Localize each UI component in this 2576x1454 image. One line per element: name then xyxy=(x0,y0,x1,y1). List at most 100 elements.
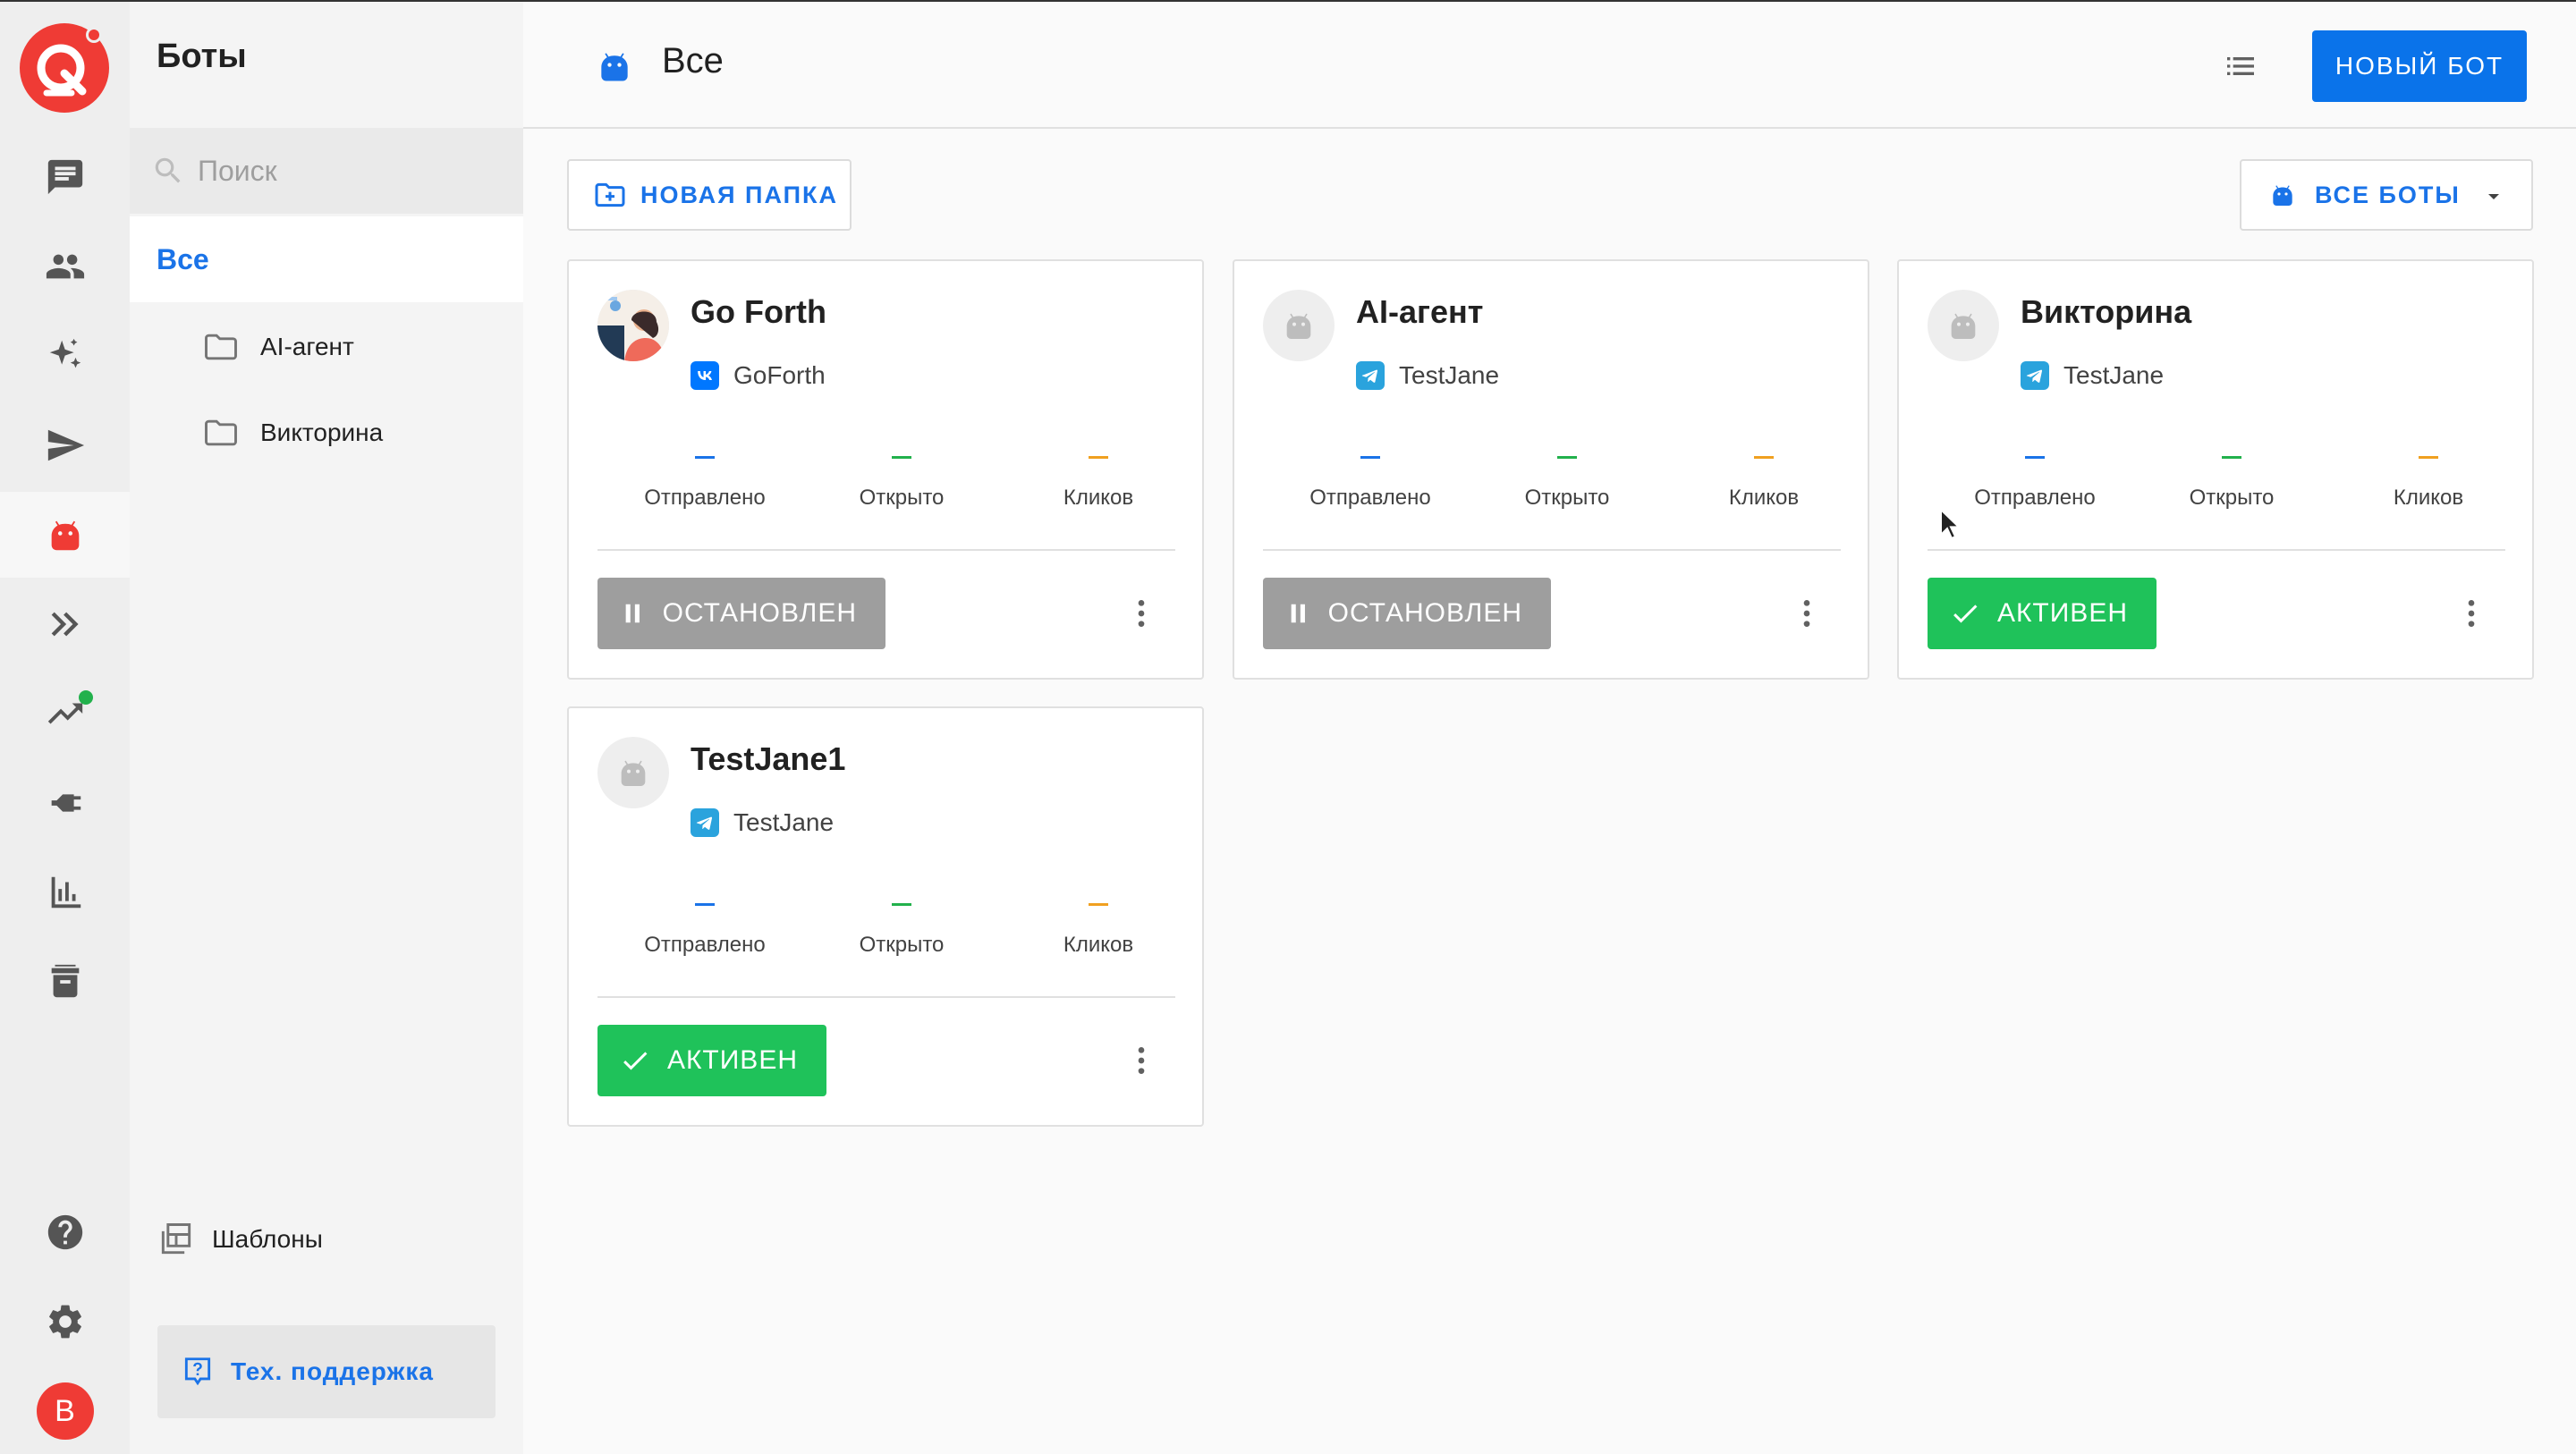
check-icon xyxy=(623,1052,648,1070)
new-bot-button[interactable]: НОВЫЙ БОТ xyxy=(2312,30,2527,102)
templates-icon xyxy=(161,1223,191,1255)
status-toggle-button[interactable]: АКТИВЕН xyxy=(1928,578,2157,649)
more-options-button[interactable] xyxy=(1789,592,1825,635)
gear-icon xyxy=(48,1305,81,1339)
new-folder-button[interactable]: НОВАЯ ПАПКА xyxy=(567,159,852,231)
rail-item-chats[interactable] xyxy=(0,134,130,220)
more-vertical-icon xyxy=(1138,600,1145,627)
more-options-button[interactable] xyxy=(1123,1039,1159,1082)
status-toggle-button[interactable]: ОСТАНОВЛЕН xyxy=(1263,578,1551,649)
folder-icon xyxy=(205,334,237,360)
stat-label: Отправлено xyxy=(644,933,766,957)
more-options-button[interactable] xyxy=(1123,592,1159,635)
bot-card[interactable]: Go Forth GoForth Отправлено Открыто Клик… xyxy=(567,259,1204,680)
stat-label: Открыто xyxy=(2189,486,2275,510)
filter-label: ВСЕ БОТЫ xyxy=(2315,181,2461,208)
templates-link[interactable]: Шаблоны xyxy=(157,1220,323,1259)
bot-channel-name: GoForth xyxy=(733,361,826,389)
page-header: Все НОВЫЙ БОТ xyxy=(523,2,2576,129)
stat-label: Кликов xyxy=(2393,486,2464,510)
stat-label: Открыто xyxy=(859,933,945,957)
rail-item-profile[interactable]: B xyxy=(0,1368,130,1454)
status-label: АКТИВЕН xyxy=(1996,598,2128,628)
archive-icon xyxy=(51,964,79,998)
bot-channel: TestJane xyxy=(691,808,834,837)
bot-card[interactable]: AI-агент TestJane Отправлено Открыто Кли… xyxy=(1233,259,1869,680)
sidebar-folder[interactable]: AI-агент xyxy=(201,311,354,383)
bar-chart-icon xyxy=(51,876,80,909)
stat-label: Кликов xyxy=(1063,486,1134,510)
bot-channel-name: TestJane xyxy=(2063,361,2165,389)
divider xyxy=(1263,549,1841,551)
double-chevron-icon xyxy=(51,612,79,637)
users-icon xyxy=(46,254,84,279)
telegram-icon xyxy=(1356,361,1385,390)
stat-sent: Отправлено xyxy=(606,903,803,958)
sidebar-item-all[interactable]: Все xyxy=(130,216,523,302)
more-vertical-icon xyxy=(2468,600,2475,627)
status-label: АКТИВЕН xyxy=(666,1045,798,1075)
bot-name: Викторина xyxy=(2021,293,2192,330)
support-icon xyxy=(184,1357,211,1386)
sparkles-icon xyxy=(49,338,80,368)
sidebar-title: Боты xyxy=(157,38,247,75)
avatar[interactable]: B xyxy=(36,1382,94,1440)
stat-label: Кликов xyxy=(1063,933,1134,957)
rail-item-contacts[interactable] xyxy=(0,224,130,309)
rail-item-funnels[interactable] xyxy=(0,581,130,667)
stat-opened: Открыто xyxy=(1469,456,1665,511)
rail-item-bots[interactable] xyxy=(0,492,130,578)
search-placeholder: Поиск xyxy=(198,154,277,187)
stat-label: Отправлено xyxy=(1974,486,2096,510)
stat-sent: Отправлено xyxy=(1272,456,1469,511)
sidebar-folder-label: Викторина xyxy=(260,418,384,446)
bot-icon xyxy=(601,53,628,81)
add-folder-icon xyxy=(595,182,625,207)
sidebar-folder[interactable]: Викторина xyxy=(201,397,383,469)
bot-avatar xyxy=(1263,290,1335,361)
bot-channel: TestJane xyxy=(1356,361,1499,390)
search-input[interactable]: Поиск xyxy=(130,128,523,214)
stat-label: Открыто xyxy=(1524,486,1610,510)
rail-item-mailings[interactable] xyxy=(0,402,130,488)
mouse-cursor-icon xyxy=(1940,508,1961,540)
search-icon xyxy=(155,157,181,183)
status-toggle-button[interactable]: ОСТАНОВЛЕН xyxy=(597,578,886,649)
templates-label: Шаблоны xyxy=(212,1225,323,1253)
support-button[interactable]: Тех. поддержка xyxy=(157,1325,496,1418)
notification-dot xyxy=(79,690,93,705)
check-icon xyxy=(1953,604,1978,623)
bot-channel-name: TestJane xyxy=(733,808,835,836)
bot-placeholder-icon xyxy=(1286,313,1311,339)
list-view-icon[interactable] xyxy=(2221,48,2260,84)
rail-item-settings[interactable] xyxy=(0,1279,130,1365)
help-icon xyxy=(47,1214,82,1250)
rail-item-analytics[interactable] xyxy=(0,671,130,757)
rail-item-ai[interactable] xyxy=(0,313,130,399)
bot-placeholder-icon xyxy=(1951,313,1976,339)
rail-item-help[interactable] xyxy=(0,1189,130,1275)
bot-card[interactable]: Викторина TestJane Отправлено Открыто Кл… xyxy=(1897,259,2534,680)
telegram-icon xyxy=(691,808,719,837)
more-options-button[interactable] xyxy=(2453,592,2489,635)
bot-name: Go Forth xyxy=(691,293,826,330)
rail-item-archive[interactable] xyxy=(0,939,130,1025)
bot-channel: TestJane xyxy=(2021,361,2164,390)
stat-label: Кликов xyxy=(1728,486,1800,510)
stat-opened: Открыто xyxy=(803,903,1000,958)
rail-item-reports[interactable] xyxy=(0,850,130,935)
rail-item-integrations[interactable] xyxy=(0,760,130,846)
stat-opened: Открыто xyxy=(803,456,1000,511)
bot-name: TestJane1 xyxy=(691,740,846,777)
status-label: ОСТАНОВЛЕН xyxy=(662,598,857,628)
bots-filter-select[interactable]: ВСЕ БОТЫ xyxy=(2240,159,2533,231)
divider xyxy=(597,996,1175,998)
logo-notification-dot xyxy=(86,27,102,43)
stat-clicks: Кликов xyxy=(1665,456,1862,511)
bot-card[interactable]: TestJane1 TestJane Отправлено Открыто Кл… xyxy=(567,706,1204,1127)
more-vertical-icon xyxy=(1803,600,1810,627)
bot-icon xyxy=(2273,185,2292,206)
status-toggle-button[interactable]: АКТИВЕН xyxy=(597,1025,826,1096)
folder-icon xyxy=(205,419,237,446)
stat-clicks: Кликов xyxy=(1000,903,1197,958)
